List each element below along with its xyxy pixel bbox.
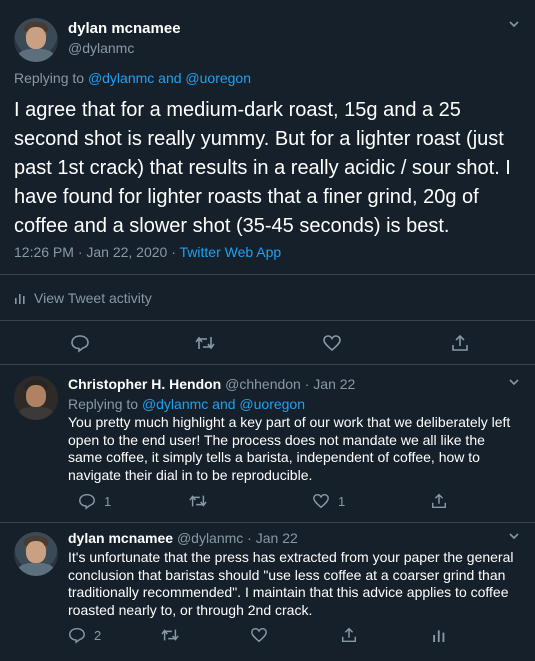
share-icon[interactable] xyxy=(340,626,358,644)
replying-to: Replying to @dylanmc and @uoregon xyxy=(68,396,305,412)
retweet-icon[interactable] xyxy=(194,333,216,353)
tweet-source[interactable]: Twitter Web App xyxy=(180,244,282,260)
replying-to-link[interactable]: @dylanmc and @uoregon xyxy=(88,70,251,86)
reply-count: 1 xyxy=(104,493,112,509)
chevron-down-icon[interactable] xyxy=(508,376,520,388)
replying-to: Replying to @dylanmc and @uoregon xyxy=(14,70,251,86)
reply-icon[interactable] xyxy=(70,333,90,353)
heart-icon[interactable] xyxy=(250,626,268,644)
author-name[interactable]: dylan mcnamee xyxy=(68,20,181,37)
chevron-down-icon[interactable] xyxy=(508,530,520,542)
analytics-icon[interactable] xyxy=(432,628,446,642)
reply-header: Christopher H. Hendon @chhendon · Jan 22 xyxy=(68,376,355,392)
reply-header: dylan mcnamee @dylanmc · Jan 22 xyxy=(68,530,298,546)
divider xyxy=(0,522,535,523)
view-tweet-activity-label: View Tweet activity xyxy=(34,290,152,306)
tweet-timestamp[interactable]: 12:26 PM · Jan 22, 2020 · xyxy=(14,244,180,260)
avatar[interactable] xyxy=(14,376,58,420)
share-icon[interactable] xyxy=(450,333,470,353)
reply-author-name[interactable]: dylan mcnamee xyxy=(68,530,173,546)
replying-to-prefix: Replying to xyxy=(68,396,142,412)
divider xyxy=(0,274,535,275)
reply-icon[interactable]: 1 xyxy=(78,492,111,510)
replying-to-prefix: Replying to xyxy=(14,70,88,86)
author-handle[interactable]: @dylanmc xyxy=(68,40,134,56)
avatar[interactable] xyxy=(14,18,58,62)
reply-handle-date[interactable]: @chhendon · Jan 22 xyxy=(225,376,355,392)
reply-count: 2 xyxy=(94,627,102,643)
view-tweet-activity[interactable]: View Tweet activity xyxy=(14,290,152,306)
reply-text: It's unfortunate that the press has extr… xyxy=(68,549,514,618)
avatar[interactable] xyxy=(14,532,58,576)
like-count: 1 xyxy=(338,493,346,509)
reply-icon[interactable]: 2 xyxy=(68,626,101,644)
retweet-icon[interactable] xyxy=(188,492,208,510)
retweet-icon[interactable] xyxy=(160,626,180,644)
analytics-icon xyxy=(14,292,26,304)
reply-author-name[interactable]: Christopher H. Hendon xyxy=(68,376,221,392)
tweet-timestamp-row: 12:26 PM · Jan 22, 2020 · Twitter Web Ap… xyxy=(14,244,281,260)
reply-handle-date[interactable]: @dylanmc · Jan 22 xyxy=(177,530,298,546)
share-icon[interactable] xyxy=(430,492,448,510)
heart-icon[interactable] xyxy=(322,333,342,353)
heart-icon[interactable]: 1 xyxy=(312,492,345,510)
replying-to-link[interactable]: @dylanmc and @uoregon xyxy=(142,396,305,412)
divider xyxy=(0,364,535,365)
chevron-down-icon[interactable] xyxy=(508,18,520,30)
divider xyxy=(0,320,535,321)
reply-text: You pretty much highlight a key part of … xyxy=(68,414,511,483)
tweet-text: I agree that for a medium-dark roast, 15… xyxy=(14,99,511,237)
